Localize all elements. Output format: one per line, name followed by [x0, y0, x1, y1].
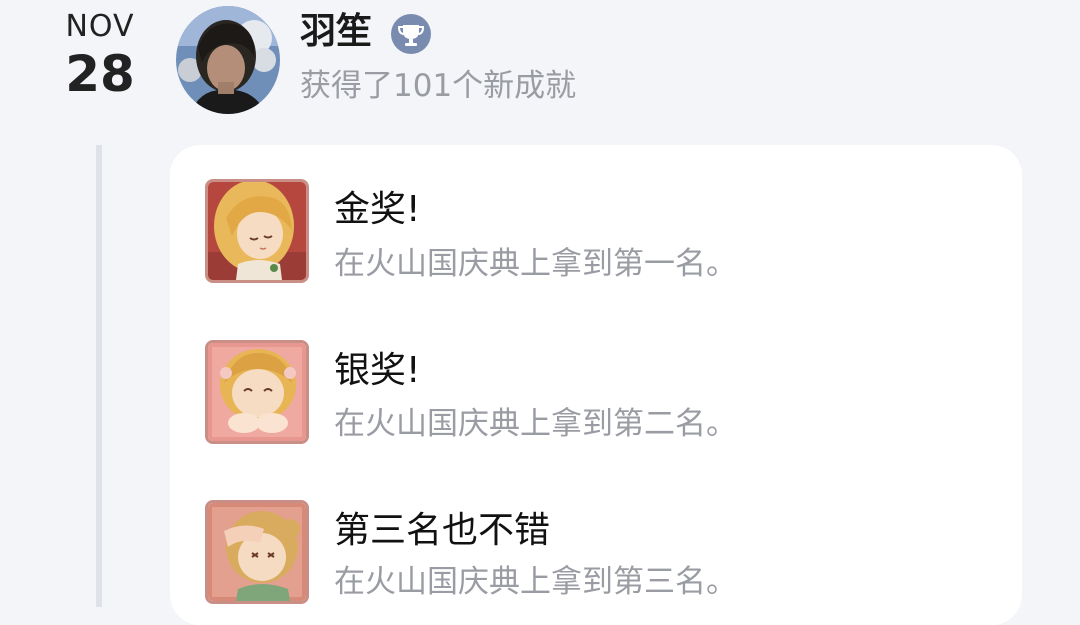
username[interactable]: 羽笙 — [300, 10, 372, 54]
timeline-line — [96, 145, 102, 607]
character-silver-icon — [205, 340, 309, 444]
date-day: 28 — [65, 45, 135, 103]
achievement-title: 金奖! — [334, 189, 421, 230]
character-bronze-icon — [205, 500, 309, 604]
achievement-summary: 获得了101个新成就 — [300, 68, 577, 104]
timeline-date: NOV 28 — [50, 8, 150, 102]
date-month: NOV — [65, 9, 135, 44]
achievement-description: 在火山国庆典上拿到第三名。 — [334, 564, 737, 600]
character-gold-icon — [205, 179, 309, 283]
achievement-title: 第三名也不错 — [334, 510, 551, 551]
achievement-description: 在火山国庆典上拿到第二名。 — [334, 406, 737, 442]
achievement-title: 银奖! — [334, 350, 421, 391]
achievement-description: 在火山国庆典上拿到第一名。 — [334, 246, 737, 282]
user-avatar[interactable] — [176, 6, 280, 114]
trophy-icon — [391, 14, 431, 54]
